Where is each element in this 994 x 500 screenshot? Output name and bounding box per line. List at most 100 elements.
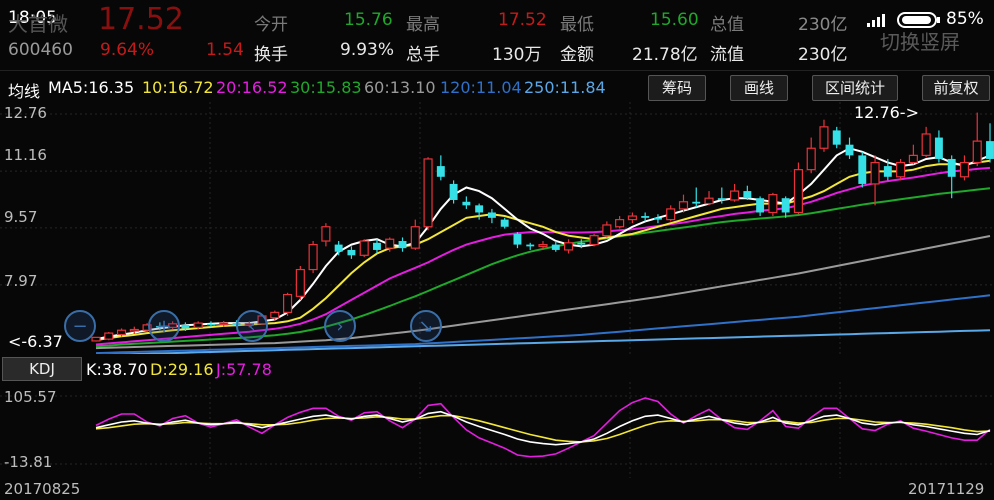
candle-body (793, 169, 803, 214)
kdj-k-value: K:38.70 (86, 360, 148, 379)
y-tick-label: 11.16 (4, 146, 47, 164)
field-value-amount: 21.78亿 (632, 45, 698, 65)
candle-body (577, 242, 586, 245)
field-label-low: 最低 (560, 15, 594, 35)
candle-body (538, 243, 548, 247)
rotate-portrait-button[interactable]: 切换竖屏 (880, 26, 960, 55)
ma5-label: MA5:16.35 (48, 78, 135, 97)
candle-body (206, 323, 215, 326)
candle-body (423, 158, 433, 228)
candle-body (641, 216, 650, 218)
draw-line-button[interactable]: 画线 (730, 75, 788, 101)
candle-body (806, 147, 816, 171)
candle-body (373, 242, 381, 250)
field-value-low: 15.60 (650, 10, 699, 30)
candle-body (219, 322, 229, 326)
kdj_j-line (95, 397, 991, 458)
field-value-open: 15.76 (344, 10, 393, 30)
candle-body (947, 158, 956, 177)
candle-body (475, 205, 484, 213)
candle-body (781, 198, 790, 213)
candle-body (768, 194, 778, 214)
field-value-turnover: 9.93% (340, 40, 395, 60)
kdj-d-value: D:29.16 (150, 360, 214, 379)
range-stats-button[interactable]: 区间统计 (812, 75, 898, 101)
zoom-out-button[interactable]: − (64, 310, 96, 342)
candlestick-chart[interactable] (0, 102, 994, 354)
quote-header: 大首微 17.52 600460 9.64% 1.54 今开 15.76 最高 … (0, 0, 994, 68)
indicator-select-button[interactable]: KDJ (2, 357, 82, 381)
candle-body (563, 242, 574, 251)
field-value-high: 17.52 (498, 10, 547, 30)
ma10-label: 10:16.72 (142, 78, 214, 97)
ma60-line (95, 235, 991, 350)
candle-body (551, 244, 560, 250)
candle-body (308, 243, 318, 271)
x-start-label: 20170825 (4, 480, 81, 498)
kdj-tick-label: -13.81 (4, 453, 53, 471)
x-end-label: 20171129 (908, 480, 985, 498)
candle-body (487, 212, 496, 218)
shift-right-button[interactable]: › (324, 310, 356, 342)
candle-body (410, 226, 420, 249)
candle-body (972, 140, 982, 164)
candle-body (295, 268, 305, 297)
field-label-volume: 总手 (406, 45, 440, 65)
candle-body (334, 244, 343, 252)
candle-body (832, 130, 841, 145)
high-annotation: 12.76-> (854, 103, 919, 122)
shift-left-button[interactable]: ‹ (236, 310, 268, 342)
field-label-amount: 金额 (560, 45, 594, 65)
candle-body (756, 198, 765, 213)
candle-body (858, 155, 867, 184)
kdj-j-value: J:57.78 (216, 360, 272, 379)
kdj_k-line (95, 410, 991, 446)
ma-legend-bar: 均线 MA5:16.35 10:16.72 20:16.52 30:15.83 … (0, 70, 994, 103)
candle-body (743, 191, 752, 199)
change-amt: 1.54 (206, 40, 244, 60)
zoom-in-button[interactable]: + (148, 310, 180, 342)
ma250-label: 250:11.84 (524, 78, 606, 97)
kdj_d-line (95, 414, 991, 443)
candle-body (283, 293, 293, 313)
candle-body (398, 241, 407, 249)
candle-body (730, 190, 740, 201)
candle-body (653, 217, 662, 220)
candle-body (193, 322, 203, 328)
candle-body (347, 249, 356, 256)
forward-adjust-button[interactable]: 前复权 (922, 75, 990, 101)
field-label-total-value: 总值 (710, 15, 744, 35)
candle-body (359, 240, 369, 256)
candle-body (129, 328, 139, 332)
candle-body (896, 161, 906, 178)
candle-body (436, 166, 445, 177)
y-tick-label: 7.97 (4, 272, 38, 290)
candle-body (91, 336, 101, 342)
reset-view-button[interactable]: ↘ (410, 310, 442, 342)
candle-body (678, 201, 689, 210)
field-label-turnover: 换手 (254, 45, 288, 65)
low-annotation: <-6.37 (8, 332, 63, 351)
field-value-total-value: 230亿 (798, 15, 848, 35)
candle-body (513, 233, 522, 245)
ma60-label: 60:13.10 (364, 78, 436, 97)
candle-body (500, 219, 509, 227)
candle-body (385, 238, 395, 249)
candle-body (717, 198, 726, 200)
candle-body (666, 208, 676, 221)
candle-body (908, 154, 918, 164)
candle-body (986, 141, 994, 159)
candle-body (321, 226, 331, 242)
candle-body (934, 137, 943, 159)
kdj-tick-label: 105.57 (4, 388, 57, 406)
stock-code: 600460 (8, 40, 73, 60)
candle-body (462, 201, 471, 206)
field-label-high: 最高 (406, 15, 440, 35)
candle-body (104, 332, 114, 340)
change-pct: 9.64% (100, 40, 155, 60)
field-label-open: 今开 (254, 15, 288, 35)
kdj-chart[interactable] (0, 382, 994, 478)
candle-body (921, 133, 931, 156)
ma20-label: 20:16.52 (216, 78, 288, 97)
chips-button[interactable]: 筹码 (648, 75, 706, 101)
